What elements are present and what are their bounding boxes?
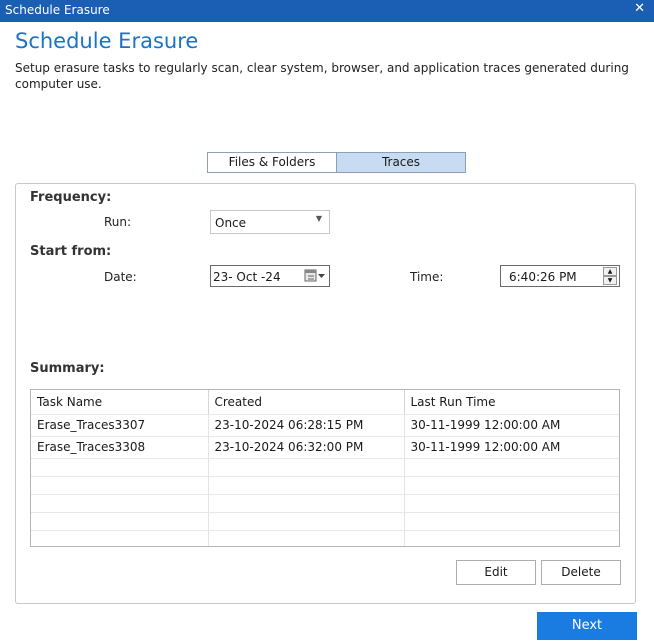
chevron-down-icon: ▼ [315, 214, 322, 223]
time-spinner[interactable]: ▲ ▼ [603, 267, 617, 285]
table-header-row: Task Name Created Last Run Time [31, 390, 619, 415]
next-button[interactable]: Next [537, 612, 637, 640]
table-row[interactable]: Erase_Traces3308 23-10-2024 06:32:00 PM … [31, 436, 619, 459]
spin-up-icon[interactable]: ▲ [603, 267, 617, 276]
summary-heading: Summary: [30, 361, 105, 376]
edit-button[interactable]: Edit [456, 560, 536, 585]
cell-task-name: Erase_Traces3307 [31, 414, 209, 437]
time-picker[interactable]: 6:40:26 PM ▲ ▼ [500, 265, 620, 287]
empty-row [31, 494, 619, 513]
date-value: 23- Oct -24 [213, 270, 281, 284]
cell-created: 23-10-2024 06:28:15 PM [208, 414, 405, 437]
column-header-last-run-time[interactable]: Last Run Time [404, 390, 619, 415]
column-header-created[interactable]: Created [208, 390, 405, 415]
empty-row [31, 530, 619, 546]
cell-last-run-time: 30-11-1999 12:00:00 AM [404, 436, 619, 459]
tab-bar: Files & Folders Traces [207, 152, 466, 173]
cell-created: 23-10-2024 06:32:00 PM [208, 436, 405, 459]
empty-row [31, 458, 619, 477]
run-dropdown-value: Once [215, 216, 247, 230]
empty-row [31, 476, 619, 495]
window-title: Schedule Erasure [5, 3, 110, 17]
tab-files-folders[interactable]: Files & Folders [208, 153, 336, 172]
date-label: Date: [104, 270, 137, 284]
start-from-heading: Start from: [30, 244, 112, 259]
time-label: Time: [410, 270, 444, 284]
tab-traces[interactable]: Traces [336, 153, 465, 172]
run-dropdown[interactable]: Once ▼ [210, 210, 330, 234]
page-description: Setup erasure tasks to regularly scan, c… [15, 61, 629, 91]
run-label: Run: [104, 215, 132, 229]
delete-button[interactable]: Delete [541, 560, 621, 585]
calendar-dropdown-icon[interactable] [304, 269, 326, 283]
close-icon[interactable]: ✕ [634, 1, 645, 16]
page-title: Schedule Erasure [15, 29, 199, 53]
column-header-task-name[interactable]: Task Name [31, 390, 209, 415]
cell-last-run-time: 30-11-1999 12:00:00 AM [404, 414, 619, 437]
cell-task-name: Erase_Traces3308 [31, 436, 209, 459]
time-value: 6:40:26 PM [509, 270, 577, 284]
summary-table: Task Name Created Last Run Time Erase_Tr… [30, 389, 620, 547]
table-row[interactable]: Erase_Traces3307 23-10-2024 06:28:15 PM … [31, 414, 619, 437]
frequency-heading: Frequency: [30, 190, 112, 205]
title-bar: Schedule Erasure ✕ [0, 0, 654, 22]
empty-row [31, 512, 619, 531]
spin-down-icon[interactable]: ▼ [603, 276, 617, 285]
date-picker[interactable]: 23- Oct -24 [210, 265, 330, 287]
